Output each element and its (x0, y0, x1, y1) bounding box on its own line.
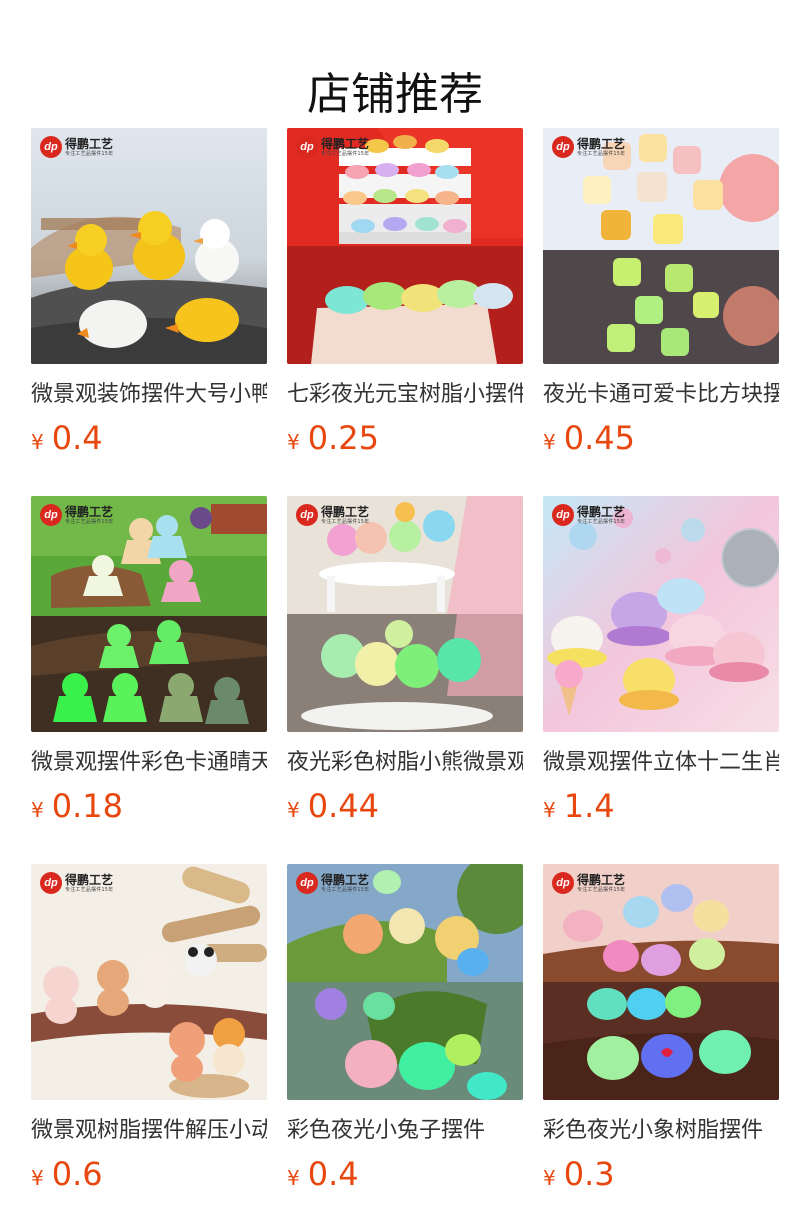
product-price: ¥ 0.45 (543, 418, 779, 458)
product-price: ¥ 0.25 (287, 418, 523, 458)
brand-name: 得鹏工艺 (577, 504, 626, 519)
brand-logo: dp 得鹏工艺 专注工艺品摆件15年 (296, 504, 369, 526)
product-card[interactable]: dp 得鹏工艺 专注工艺品摆件15年 彩色夜光小兔子摆件 ¥ 0.4 (287, 864, 523, 1232)
price-currency: ¥ (31, 430, 44, 454)
brand-name: 得鹏工艺 (65, 872, 114, 887)
product-price: ¥ 1.4 (543, 786, 779, 826)
brand-logo-icon: dp (552, 136, 574, 158)
product-image[interactable]: dp 得鹏工艺 专注工艺品摆件15年 (31, 496, 267, 732)
brand-logo-icon: dp (552, 504, 574, 526)
brand-tagline: 专注工艺品摆件15年 (577, 886, 626, 893)
product-price: ¥ 0.4 (31, 418, 267, 458)
price-value: 0.44 (307, 787, 379, 825)
price-value: 0.25 (307, 419, 379, 457)
brand-logo: dp 得鹏工艺 专注工艺品摆件15年 (296, 136, 369, 158)
product-name[interactable]: 夜光卡通可爱卡比方块摆件 (543, 378, 779, 412)
brand-name: 得鹏工艺 (65, 136, 114, 151)
product-name[interactable]: 七彩夜光元宝树脂小摆件 (287, 378, 523, 412)
brand-logo-icon: dp (40, 504, 62, 526)
product-price: ¥ 0.18 (31, 786, 267, 826)
product-card[interactable]: dp 得鹏工艺 专注工艺品摆件15年 夜光卡通可爱卡比方块摆件 ¥ 0.45 (543, 128, 779, 496)
page-title: 店铺推荐 (307, 69, 483, 121)
price-value: 0.4 (51, 419, 103, 457)
product-image[interactable]: dp 得鹏工艺 专注工艺品摆件15年 (287, 496, 523, 732)
brand-name: 得鹏工艺 (65, 504, 114, 519)
brand-logo: dp 得鹏工艺 专注工艺品摆件15年 (296, 872, 369, 894)
brand-name: 得鹏工艺 (321, 872, 370, 887)
price-currency: ¥ (543, 798, 556, 822)
product-name[interactable]: 微景观装饰摆件大号小鸭子 (31, 378, 267, 412)
brand-tagline: 专注工艺品摆件15年 (321, 518, 370, 525)
product-name[interactable]: 微景观摆件立体十二生肖 (543, 746, 779, 780)
product-image[interactable]: dp 得鹏工艺 专注工艺品摆件15年 (31, 128, 267, 364)
product-image[interactable]: dp 得鹏工艺 专注工艺品摆件15年 (543, 496, 779, 732)
product-price: ¥ 0.3 (543, 1154, 779, 1194)
brand-logo-icon: dp (296, 504, 318, 526)
price-value: 0.6 (51, 1155, 103, 1193)
product-card[interactable]: dp 得鹏工艺 专注工艺品摆件15年 微景观摆件彩色卡通晴天娃娃 ¥ 0.18 (31, 496, 267, 864)
product-card[interactable]: dp 得鹏工艺 专注工艺品摆件15年 夜光彩色树脂小熊微景观 ¥ 0.44 (287, 496, 523, 864)
price-currency: ¥ (287, 1166, 300, 1190)
product-card[interactable]: dp 得鹏工艺 专注工艺品摆件15年 微景观摆件立体十二生肖 ¥ 1.4 (543, 496, 779, 864)
price-value: 1.4 (563, 787, 615, 825)
brand-logo: dp 得鹏工艺 专注工艺品摆件15年 (40, 872, 113, 894)
brand-logo-icon: dp (296, 872, 318, 894)
brand-name: 得鹏工艺 (577, 136, 626, 151)
price-currency: ¥ (287, 430, 300, 454)
price-currency: ¥ (287, 798, 300, 822)
price-value: 0.3 (563, 1155, 615, 1193)
product-image[interactable]: dp 得鹏工艺 专注工艺品摆件15年 (543, 864, 779, 1100)
brand-logo: dp 得鹏工艺 专注工艺品摆件15年 (552, 504, 625, 526)
product-card[interactable]: dp 得鹏工艺 专注工艺品摆件15年 彩色夜光小象树脂摆件 ¥ 0.3 (543, 864, 779, 1232)
brand-tagline: 专注工艺品摆件15年 (321, 886, 370, 893)
price-currency: ¥ (31, 1166, 44, 1190)
brand-tagline: 专注工艺品摆件15年 (65, 150, 114, 157)
brand-logo: dp 得鹏工艺 专注工艺品摆件15年 (40, 504, 113, 526)
price-currency: ¥ (543, 1166, 556, 1190)
price-value: 0.4 (307, 1155, 359, 1193)
product-name[interactable]: 彩色夜光小兔子摆件 (287, 1114, 523, 1148)
product-card[interactable]: dp 得鹏工艺 专注工艺品摆件15年 七彩夜光元宝树脂小摆件 ¥ 0.25 (287, 128, 523, 496)
price-currency: ¥ (543, 430, 556, 454)
brand-logo: dp 得鹏工艺 专注工艺品摆件15年 (40, 136, 113, 158)
product-price: ¥ 0.6 (31, 1154, 267, 1194)
brand-logo: dp 得鹏工艺 专注工艺品摆件15年 (552, 872, 625, 894)
brand-tagline: 专注工艺品摆件15年 (321, 150, 370, 157)
brand-tagline: 专注工艺品摆件15年 (577, 518, 626, 525)
product-image[interactable]: dp 得鹏工艺 专注工艺品摆件15年 (287, 128, 523, 364)
product-image[interactable]: dp 得鹏工艺 专注工艺品摆件15年 (287, 864, 523, 1100)
product-grid: dp 得鹏工艺 专注工艺品摆件15年 微景观装饰摆件大号小鸭子 ¥ 0.4 (31, 128, 779, 1232)
product-price: ¥ 0.4 (287, 1154, 523, 1194)
product-name[interactable]: 微景观摆件彩色卡通晴天娃娃 (31, 746, 267, 780)
product-image[interactable]: dp 得鹏工艺 专注工艺品摆件15年 (31, 864, 267, 1100)
brand-name: 得鹏工艺 (321, 504, 370, 519)
product-image[interactable]: dp 得鹏工艺 专注工艺品摆件15年 (543, 128, 779, 364)
price-value: 0.18 (51, 787, 123, 825)
product-name[interactable]: 夜光彩色树脂小熊微景观 (287, 746, 523, 780)
brand-name: 得鹏工艺 (321, 136, 370, 151)
brand-logo-icon: dp (40, 136, 62, 158)
brand-name: 得鹏工艺 (577, 872, 626, 887)
product-card[interactable]: dp 得鹏工艺 专注工艺品摆件15年 微景观树脂摆件解压小动物 ¥ 0.6 (31, 864, 267, 1232)
product-card[interactable]: dp 得鹏工艺 专注工艺品摆件15年 微景观装饰摆件大号小鸭子 ¥ 0.4 (31, 128, 267, 496)
brand-logo-icon: dp (40, 872, 62, 894)
product-name[interactable]: 微景观树脂摆件解压小动物 (31, 1114, 267, 1148)
brand-logo-icon: dp (552, 872, 574, 894)
brand-logo: dp 得鹏工艺 专注工艺品摆件15年 (552, 136, 625, 158)
price-value: 0.45 (563, 419, 635, 457)
brand-tagline: 专注工艺品摆件15年 (577, 150, 626, 157)
price-currency: ¥ (31, 798, 44, 822)
product-price: ¥ 0.44 (287, 786, 523, 826)
product-name[interactable]: 彩色夜光小象树脂摆件 (543, 1114, 779, 1148)
brand-tagline: 专注工艺品摆件15年 (65, 886, 114, 893)
brand-logo-icon: dp (296, 136, 318, 158)
brand-tagline: 专注工艺品摆件15年 (65, 518, 114, 525)
